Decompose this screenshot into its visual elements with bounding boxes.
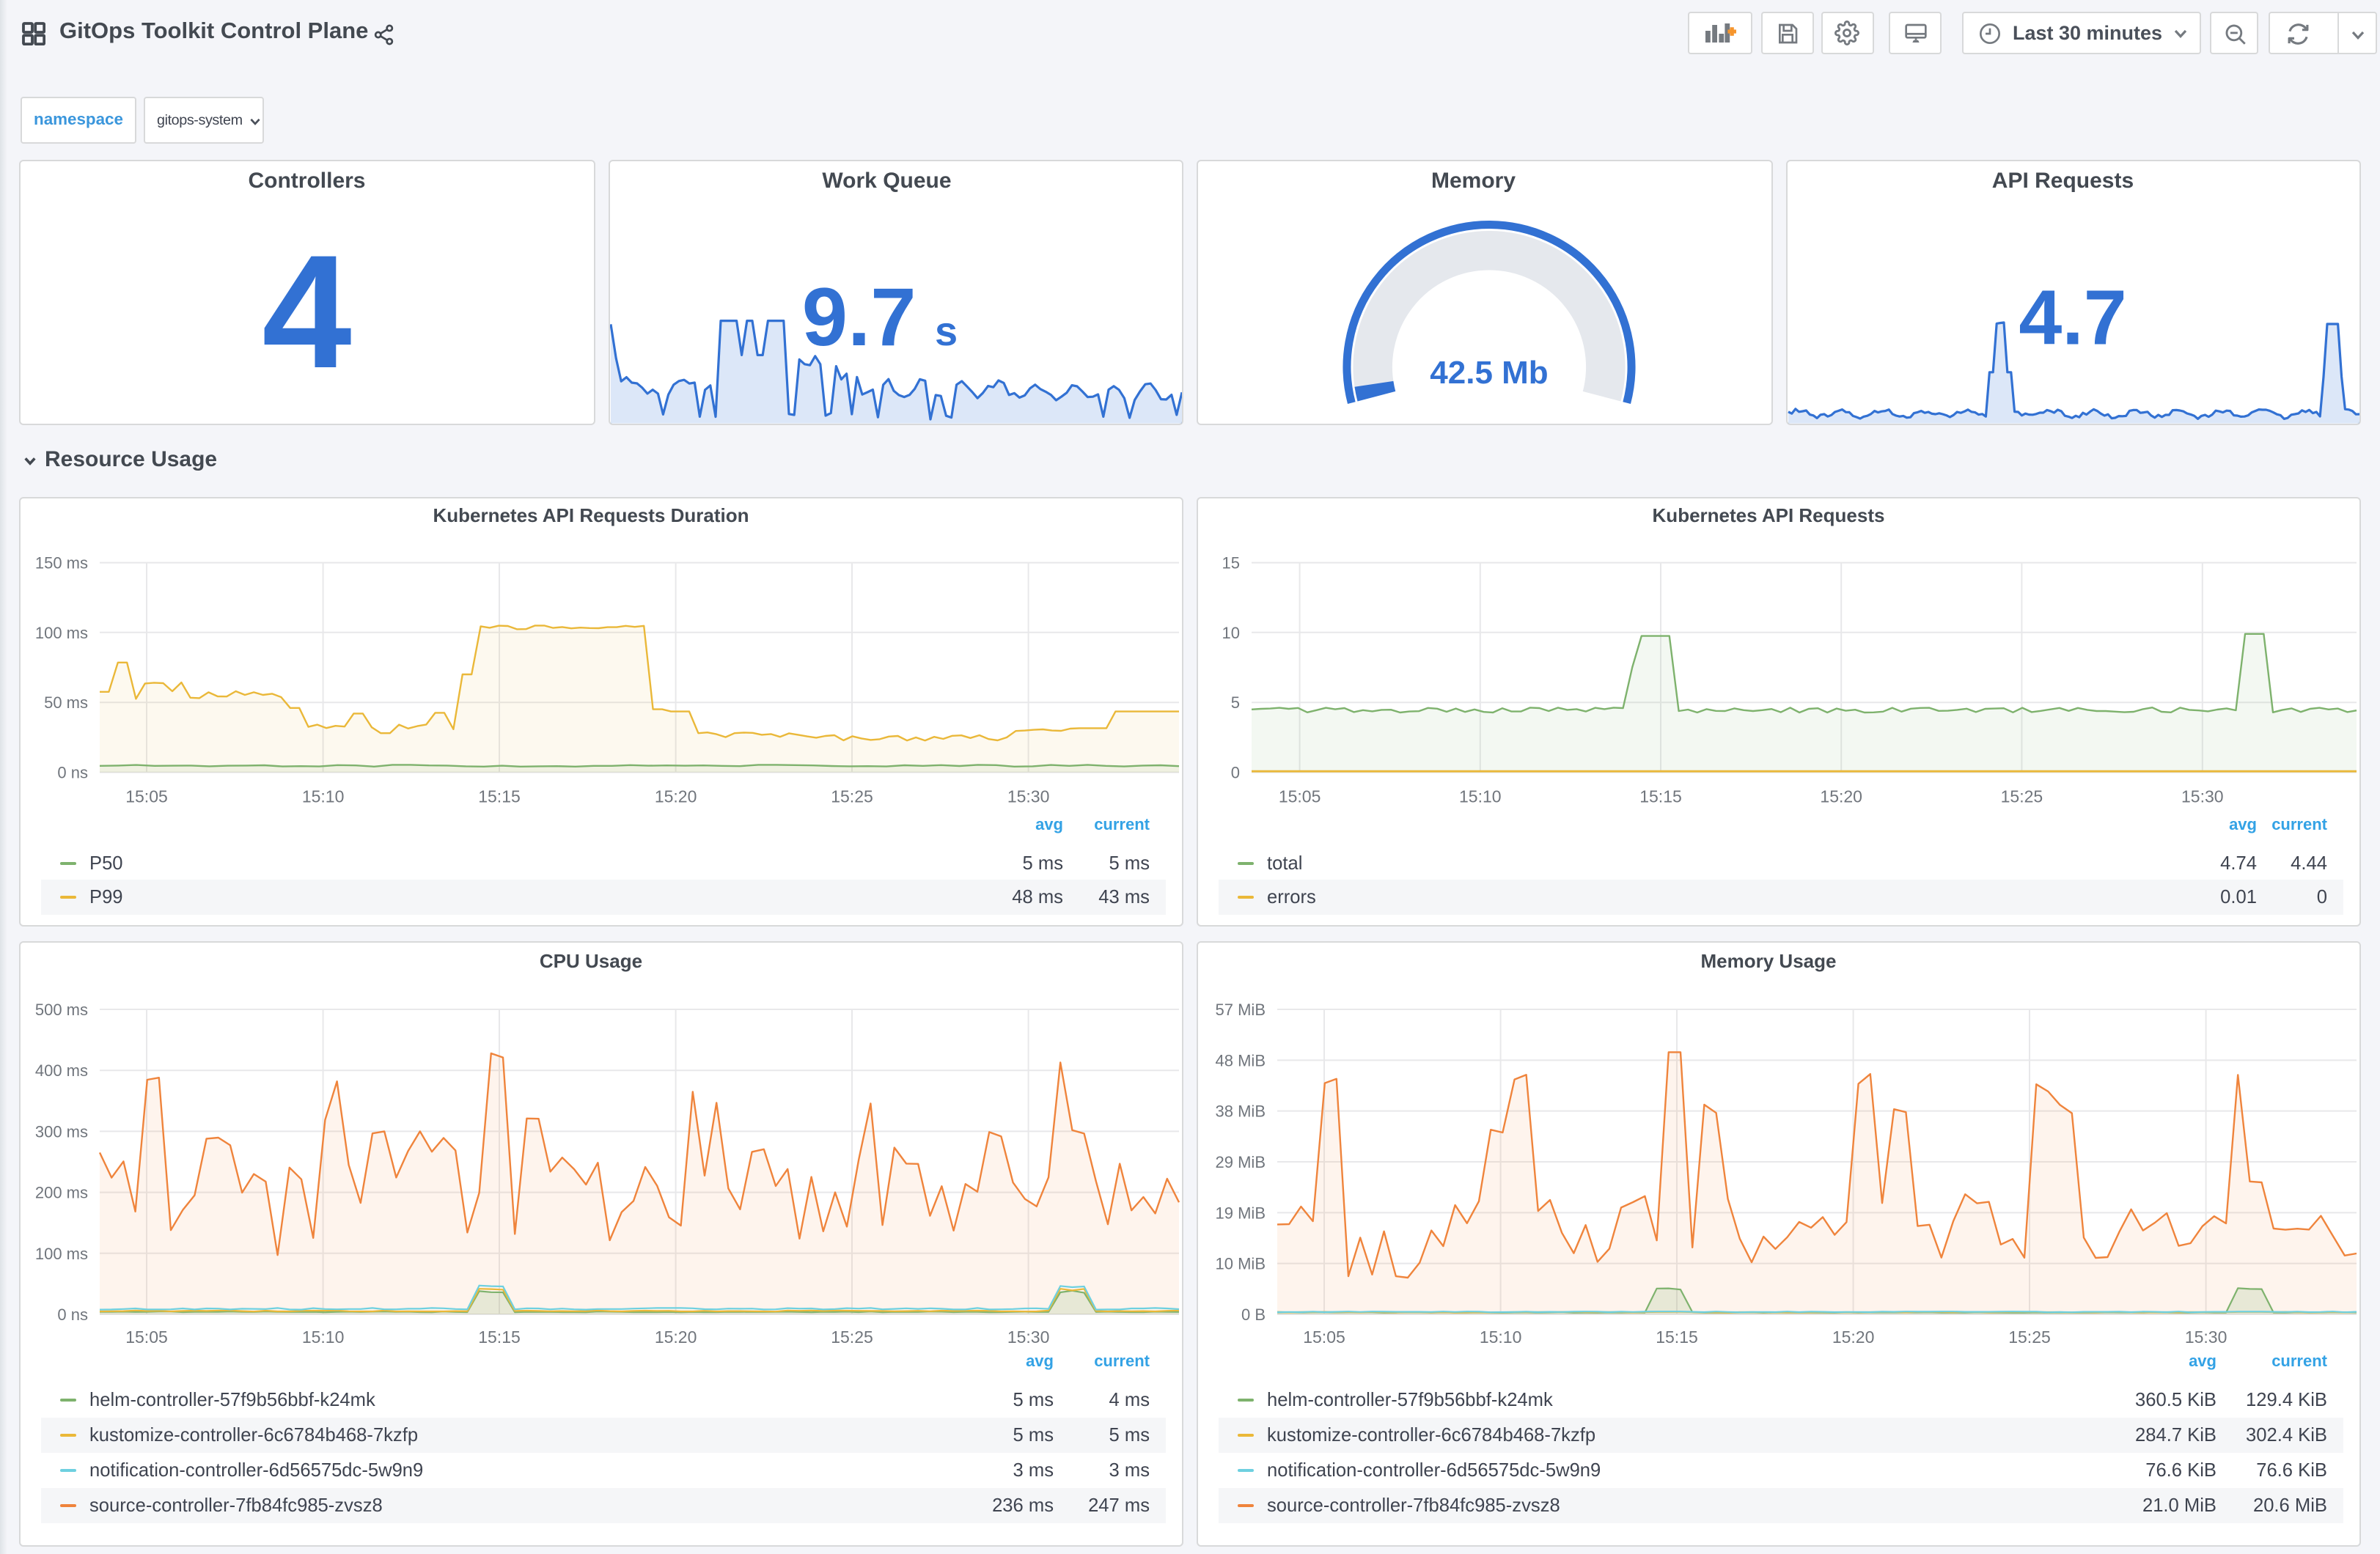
svg-text:15:20: 15:20	[655, 787, 697, 806]
svg-text:0: 0	[1231, 764, 1240, 782]
svg-text:15:15: 15:15	[478, 787, 521, 806]
svg-text:4: 4	[262, 222, 351, 402]
svg-text:15:30: 15:30	[1007, 787, 1050, 806]
svg-text:15:15: 15:15	[1656, 1327, 1698, 1346]
svg-text:48 MiB: 48 MiB	[1216, 1050, 1266, 1069]
svg-text:57 MiB: 57 MiB	[1216, 1000, 1266, 1018]
svg-text:15:25: 15:25	[831, 787, 873, 806]
svg-text:15:30: 15:30	[2181, 787, 2224, 806]
svg-text:15:05: 15:05	[125, 1327, 168, 1346]
svg-text:100 ms: 100 ms	[35, 624, 88, 642]
svg-text:15:10: 15:10	[1459, 787, 1502, 806]
svg-text:0 ns: 0 ns	[57, 1305, 88, 1323]
svg-text:9.7 s: 9.7 s	[801, 271, 957, 363]
svg-text:300 ms: 300 ms	[35, 1122, 88, 1140]
svg-text:15:30: 15:30	[1007, 1327, 1050, 1346]
svg-text:15:30: 15:30	[2185, 1327, 2227, 1346]
svg-text:15:15: 15:15	[1639, 787, 1682, 806]
svg-text:15:25: 15:25	[831, 1327, 873, 1346]
svg-text:100 ms: 100 ms	[35, 1244, 88, 1262]
svg-text:400 ms: 400 ms	[35, 1061, 88, 1079]
svg-text:29 MiB: 29 MiB	[1216, 1152, 1266, 1171]
svg-text:15:05: 15:05	[1279, 787, 1321, 806]
svg-text:15: 15	[1222, 554, 1240, 572]
svg-text:15:15: 15:15	[478, 1327, 521, 1346]
svg-text:10 MiB: 10 MiB	[1216, 1254, 1266, 1273]
svg-text:15:20: 15:20	[655, 1327, 697, 1346]
svg-text:0 ns: 0 ns	[57, 764, 88, 782]
svg-text:50 ms: 50 ms	[44, 694, 88, 712]
svg-text:0 B: 0 B	[1241, 1305, 1266, 1323]
svg-text:500 ms: 500 ms	[35, 1000, 88, 1018]
svg-text:15:05: 15:05	[1303, 1327, 1345, 1346]
svg-text:15:10: 15:10	[302, 787, 345, 806]
svg-text:38 MiB: 38 MiB	[1216, 1102, 1266, 1120]
svg-text:5: 5	[1231, 694, 1240, 712]
svg-text:10: 10	[1222, 624, 1240, 642]
svg-text:150 ms: 150 ms	[35, 554, 88, 572]
svg-text:200 ms: 200 ms	[35, 1183, 88, 1201]
svg-text:15:10: 15:10	[1480, 1327, 1522, 1346]
svg-text:15:25: 15:25	[2008, 1327, 2051, 1346]
svg-text:15:20: 15:20	[1820, 787, 1862, 806]
svg-text:4.7: 4.7	[2018, 275, 2126, 361]
svg-text:15:05: 15:05	[125, 787, 168, 806]
svg-text:15:20: 15:20	[1832, 1327, 1875, 1346]
svg-text:19 MiB: 19 MiB	[1216, 1203, 1266, 1221]
svg-text:15:25: 15:25	[2001, 787, 2043, 806]
svg-text:42.5 Mb: 42.5 Mb	[1430, 355, 1548, 391]
svg-text:15:10: 15:10	[302, 1327, 345, 1346]
